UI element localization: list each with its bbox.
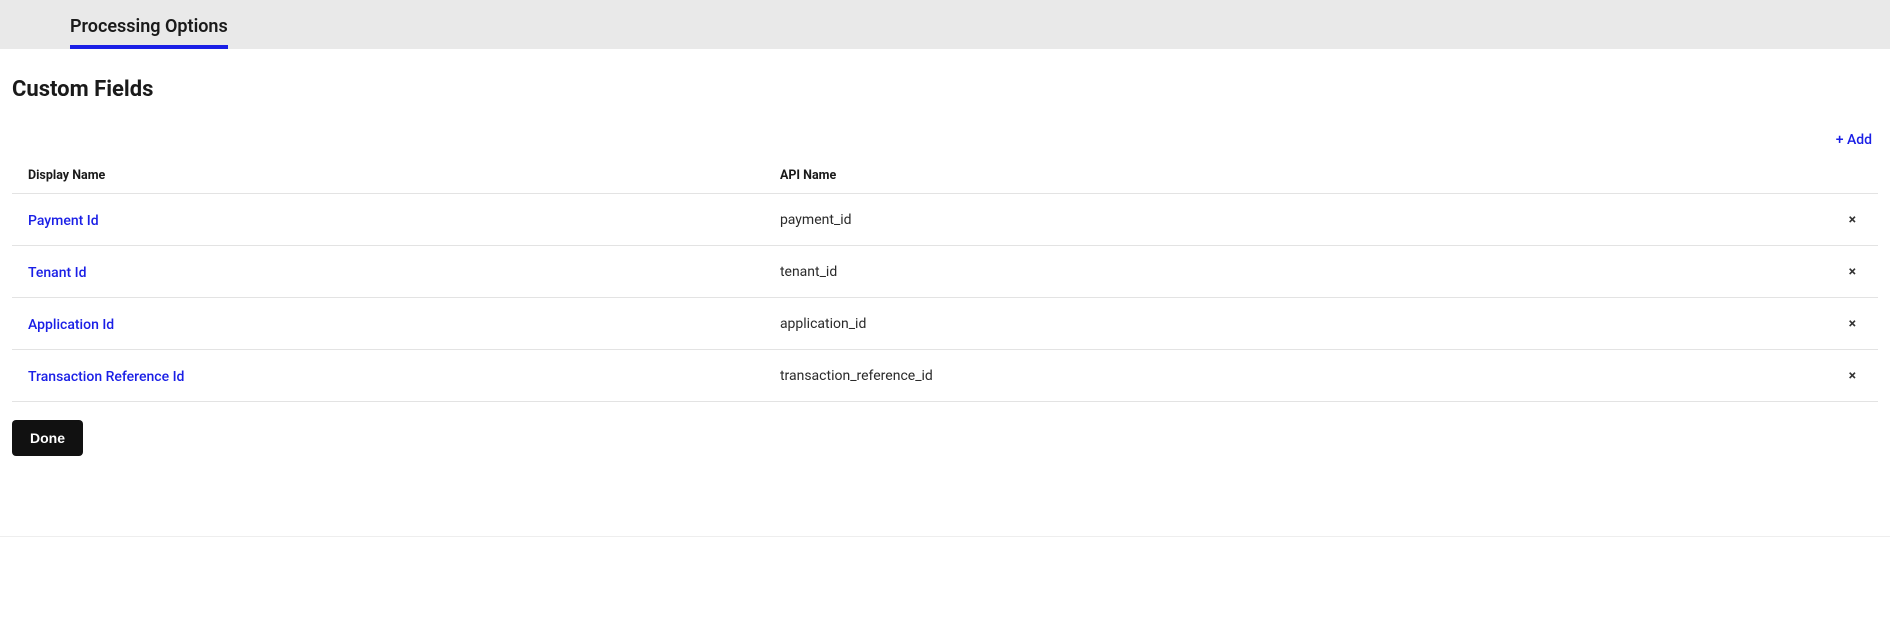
custom-fields-table: Display Name API Name Payment Id payment_… bbox=[12, 158, 1878, 402]
delete-icon[interactable]: × bbox=[1843, 315, 1862, 333]
content-area: Custom Fields + Add Display Name API Nam… bbox=[0, 49, 1890, 536]
delete-icon[interactable]: × bbox=[1843, 211, 1862, 229]
field-display-name-link[interactable]: Tenant Id bbox=[28, 265, 87, 281]
column-header-actions bbox=[1802, 168, 1862, 183]
tab-processing-options[interactable]: Processing Options bbox=[70, 16, 228, 49]
section-title: Custom Fields bbox=[12, 77, 1878, 102]
tab-bar: Processing Options bbox=[0, 0, 1890, 49]
field-api-name: transaction_reference_id bbox=[780, 368, 1802, 384]
field-display-name-link[interactable]: Transaction Reference Id bbox=[28, 369, 184, 385]
table-row: Payment Id payment_id × bbox=[12, 194, 1878, 246]
table-row: Application Id application_id × bbox=[12, 298, 1878, 350]
column-header-display-name: Display Name bbox=[28, 168, 780, 183]
table-body: Payment Id payment_id × Tenant Id tenant_id ×… bbox=[12, 194, 1878, 402]
table-row: Tenant Id tenant_id × bbox=[12, 246, 1878, 298]
field-api-name: tenant_id bbox=[780, 264, 1802, 280]
table-row: Transaction Reference Id transaction_refe… bbox=[12, 350, 1878, 402]
column-header-api-name: API Name bbox=[780, 168, 1802, 183]
tab-active-underline bbox=[70, 45, 228, 49]
tab-label: Processing Options bbox=[70, 16, 228, 37]
done-button[interactable]: Done bbox=[12, 420, 83, 456]
field-api-name: payment_id bbox=[780, 212, 1802, 228]
delete-icon[interactable]: × bbox=[1843, 263, 1862, 281]
page-bottom-divider bbox=[0, 536, 1890, 537]
add-row: + Add bbox=[12, 132, 1878, 158]
add-button[interactable]: + Add bbox=[1836, 132, 1872, 148]
field-display-name-link[interactable]: Application Id bbox=[28, 317, 114, 333]
table-header-row: Display Name API Name bbox=[12, 158, 1878, 194]
field-api-name: application_id bbox=[780, 316, 1802, 332]
delete-icon[interactable]: × bbox=[1843, 367, 1862, 385]
footer: Done bbox=[12, 402, 1878, 536]
field-display-name-link[interactable]: Payment Id bbox=[28, 213, 99, 229]
